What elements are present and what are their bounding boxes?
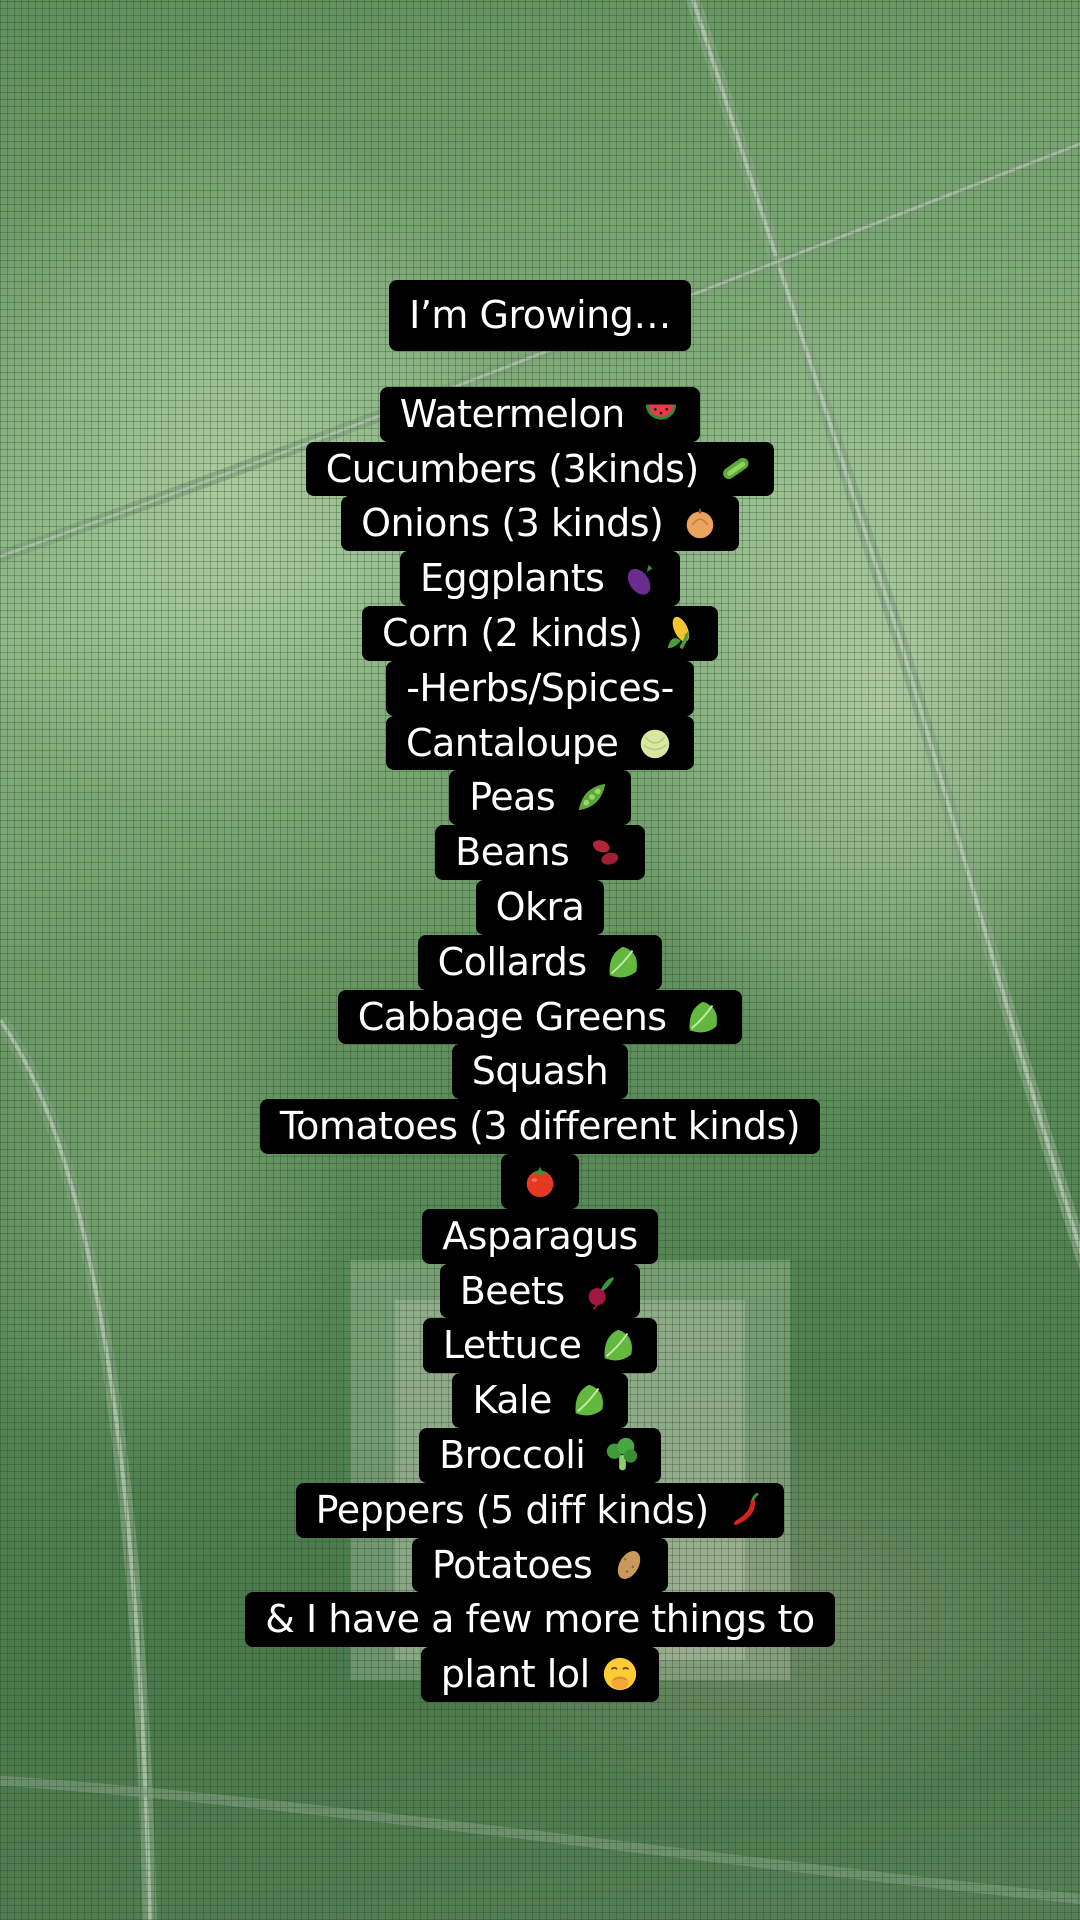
caption-line-text: Corn (2 kinds): [382, 610, 643, 655]
cucumber-icon: [716, 450, 754, 488]
caption-line-plant-lol: plant lol: [420, 1647, 660, 1702]
caption-line-text: Broccoli: [439, 1432, 586, 1477]
leafy-green-icon: [684, 998, 722, 1036]
caption-line-text: Kale: [472, 1378, 552, 1423]
caption-line-text: Potatoes: [432, 1542, 593, 1587]
leafy-green-icon: [604, 943, 642, 981]
caption-line-text: Cabbage Greens: [357, 994, 667, 1039]
eggplant-icon: [622, 559, 660, 597]
caption-line-text: Onions (3 kinds): [361, 501, 664, 546]
caption-line-text: & I have a few more things to: [265, 1597, 815, 1642]
caption-line-cabbage-greens: Cabbage Greens: [337, 989, 743, 1045]
leafy-green-icon: [570, 1381, 608, 1419]
caption-line-squash: Squash: [451, 1044, 629, 1100]
caption-line-asparagus: Asparagus: [422, 1208, 658, 1264]
caption-line-okra: Okra: [475, 879, 605, 935]
caption-line-beans: Beans: [435, 825, 645, 880]
caption-line-watermelon: Watermelon: [379, 386, 701, 442]
face-with-hand-over-mouth-icon: [601, 1655, 639, 1693]
caption-line-potatoes: Potatoes: [412, 1537, 668, 1593]
caption-line-text: Beans: [455, 830, 570, 875]
caption-line-more-things: & I have a few more things to: [245, 1592, 835, 1648]
pea-pod-icon: [573, 778, 611, 816]
caption-line-collards: Collards: [417, 934, 663, 990]
caption-line-text: Watermelon: [399, 391, 625, 436]
caption-line-tomatoes: Tomatoes (3 different kinds): [259, 1099, 821, 1154]
watermelon-icon: [642, 395, 680, 433]
caption-line-text: Asparagus: [442, 1213, 638, 1258]
caption-line-tomato-emoji: [501, 1153, 579, 1209]
hot-pepper-icon: [726, 1491, 764, 1529]
caption-line-lettuce: Lettuce: [422, 1318, 658, 1374]
caption-line-kale: Kale: [452, 1373, 628, 1428]
corn-icon: [660, 614, 698, 652]
beans-icon: [587, 833, 625, 871]
leafy-green-icon: [599, 1326, 637, 1364]
caption-line-beets: Beets: [439, 1263, 641, 1319]
caption-line-text: Beets: [459, 1268, 566, 1313]
melon-icon: [636, 724, 674, 762]
onion-icon: [681, 504, 719, 542]
caption-line-text: Cucumbers (3kinds): [325, 446, 700, 491]
caption-line-onions: Onions (3 kinds): [341, 496, 739, 552]
caption-title: I’m Growing…: [389, 280, 691, 351]
caption-line-text: Collards: [437, 939, 588, 984]
caption-line-text: plant lol: [440, 1652, 590, 1697]
caption-line-text: Tomatoes (3 different kinds): [279, 1104, 801, 1149]
tomato-icon: [521, 1162, 559, 1200]
caption-line-text: -Herbs/Spices-: [406, 665, 674, 710]
caption-line-cantaloupe: Cantaloupe: [385, 715, 695, 771]
caption-line-peppers: Peppers (5 diff kinds): [295, 1482, 785, 1538]
caption-line-text: Eggplants: [419, 556, 605, 601]
caption-line-text: Peppers (5 diff kinds): [315, 1487, 710, 1532]
caption-line-herbs: -Herbs/Spices-: [386, 660, 694, 716]
caption-line-text: Peas: [469, 775, 556, 820]
caption-line-text: Squash: [471, 1049, 609, 1094]
caption-line-cucumbers: Cucumbers (3kinds): [305, 441, 775, 497]
caption-overlay: I’m Growing… Watermelon Cucumbers (3kind…: [0, 280, 1080, 1702]
caption-line-text: Lettuce: [442, 1323, 582, 1368]
caption-line-corn: Corn (2 kinds): [362, 605, 718, 661]
caption-line-peas: Peas: [449, 770, 631, 826]
broccoli-icon: [603, 1436, 641, 1474]
beet-icon: [582, 1272, 620, 1310]
potato-icon: [610, 1546, 648, 1584]
caption-line-text: Okra: [495, 884, 585, 929]
caption-line-broccoli: Broccoli: [419, 1427, 661, 1483]
caption-line-eggplants: Eggplants: [399, 551, 681, 606]
caption-line-text: Cantaloupe: [405, 720, 619, 765]
